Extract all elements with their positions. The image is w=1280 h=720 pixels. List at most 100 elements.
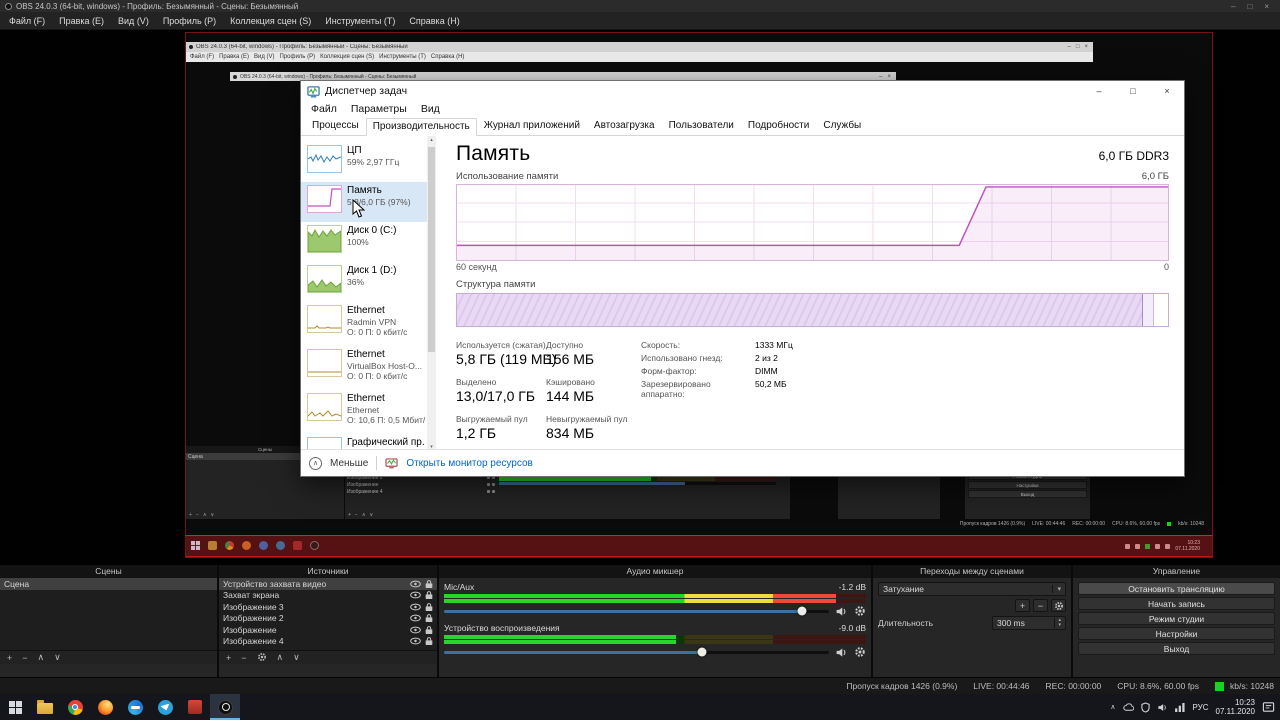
tray-expand-icon[interactable]: ∧ <box>1110 703 1115 711</box>
taskbar-edge[interactable] <box>120 694 150 720</box>
add-transition-button[interactable]: + <box>1015 599 1030 612</box>
volume-slider[interactable] <box>444 606 829 616</box>
lock-icon[interactable] <box>425 590 433 600</box>
mixer-header[interactable]: Аудио микшер <box>439 565 871 578</box>
lock-icon[interactable] <box>425 625 433 635</box>
maximize-icon[interactable]: □ <box>1247 2 1252 11</box>
taskbar-red-app[interactable] <box>180 694 210 720</box>
slider-knob[interactable] <box>797 606 807 616</box>
visibility-eye-icon[interactable] <box>410 626 421 634</box>
sidebar-item-disk0[interactable]: Диск 0 (C:) 100% <box>301 222 427 262</box>
spin-arrows[interactable]: ▴ ▾ <box>1054 618 1061 628</box>
taskbar-chrome[interactable] <box>60 694 90 720</box>
speaker-icon[interactable] <box>835 646 848 659</box>
tm-menu-file[interactable]: Файл <box>304 103 344 115</box>
tm-maximize-icon[interactable]: □ <box>1116 81 1150 101</box>
menu-profile[interactable]: Профиль (P) <box>156 16 223 26</box>
menu-tools[interactable]: Инструменты (T) <box>318 16 402 26</box>
source-up-button[interactable]: ∧ <box>277 652 284 663</box>
source-item[interactable]: Изображение 4 <box>219 636 437 648</box>
menu-view[interactable]: Вид (V) <box>111 16 156 26</box>
collapse-icon[interactable]: ∧ <box>309 456 322 470</box>
tab-app-history[interactable]: Журнал приложений <box>477 117 587 135</box>
visibility-eye-icon[interactable] <box>410 591 421 599</box>
add-source-button[interactable]: + <box>226 653 231 663</box>
tm-menu-view[interactable]: Вид <box>414 103 447 115</box>
taskbar-clock[interactable]: 10:23 07.11.2020 <box>1216 698 1255 716</box>
slider-knob[interactable] <box>697 647 707 657</box>
settings-button[interactable]: Настройки <box>1078 627 1275 640</box>
sidebar-scrollbar[interactable]: ▴ ▾ <box>427 136 436 452</box>
minimize-icon[interactable]: – <box>1231 2 1235 11</box>
lock-icon[interactable] <box>425 613 433 623</box>
sidebar-item-disk1[interactable]: Диск 1 (D:) 36% <box>301 262 427 302</box>
source-item[interactable]: Изображение <box>219 624 437 636</box>
remove-transition-button[interactable]: − <box>1033 599 1048 612</box>
visibility-eye-icon[interactable] <box>410 603 421 611</box>
channel-settings-gear-icon[interactable] <box>854 605 866 617</box>
scrollbar-thumb[interactable] <box>428 147 435 352</box>
sources-header[interactable]: Источники <box>219 565 437 578</box>
scenes-header[interactable]: Сцены <box>0 565 217 578</box>
sidebar-item-ethernet-1[interactable]: Ethernet Radmin VPN О: 0 П: 0 кбит/с <box>301 302 427 346</box>
spin-down-icon[interactable]: ▾ <box>1058 623 1061 628</box>
transition-combobox[interactable]: Затухание ▾ <box>878 582 1066 596</box>
sidebar-item-ethernet-3[interactable]: Ethernet Ethernet О: 10,6 П: 0,5 Мбит/с <box>301 390 427 434</box>
menu-edit[interactable]: Правка (E) <box>52 16 111 26</box>
scene-down-button[interactable]: ∨ <box>54 652 61 663</box>
lock-icon[interactable] <box>425 636 433 646</box>
menu-scene-collection[interactable]: Коллекция сцен (S) <box>223 16 318 26</box>
menu-help[interactable]: Справка (H) <box>402 16 466 26</box>
start-recording-button[interactable]: Начать запись <box>1078 597 1275 610</box>
source-properties-gear-icon[interactable] <box>257 652 267 664</box>
stop-streaming-button[interactable]: Остановить трансляцию <box>1078 582 1275 595</box>
duration-spinbox[interactable]: 300 ms ▴ ▾ <box>992 616 1066 630</box>
lock-icon[interactable] <box>425 602 433 612</box>
taskbar-obs[interactable] <box>210 694 240 720</box>
tab-performance[interactable]: Производительность <box>365 118 477 136</box>
tm-minimize-icon[interactable]: – <box>1082 81 1116 101</box>
menu-file[interactable]: Файл (F) <box>2 16 52 26</box>
source-item[interactable]: Захват экрана <box>219 590 437 602</box>
sidebar-item-ethernet-2[interactable]: Ethernet VirtualBox Host-O... О: 0 П: 0 … <box>301 346 427 390</box>
taskbar-firefox[interactable] <box>90 694 120 720</box>
language-indicator[interactable]: РУС <box>1193 703 1209 712</box>
visibility-eye-icon[interactable] <box>410 637 421 645</box>
close-icon[interactable]: × <box>1264 2 1269 11</box>
transition-properties-gear-icon[interactable] <box>1051 599 1066 612</box>
speaker-icon[interactable] <box>835 605 848 618</box>
tab-users[interactable]: Пользователи <box>662 117 741 135</box>
remove-scene-button[interactable]: − <box>22 653 27 663</box>
controls-header[interactable]: Управление <box>1073 565 1280 578</box>
scene-item[interactable]: Сцена <box>0 578 217 590</box>
exit-button[interactable]: Выход <box>1078 642 1275 655</box>
scene-up-button[interactable]: ∧ <box>38 652 45 663</box>
studio-mode-button[interactable]: Режим студии <box>1078 612 1275 625</box>
scroll-up-icon[interactable]: ▴ <box>427 136 436 145</box>
tm-close-icon[interactable]: × <box>1150 81 1184 101</box>
source-item[interactable]: Изображение 2 <box>219 613 437 625</box>
taskbar-telegram[interactable] <box>150 694 180 720</box>
tray-shield-icon[interactable] <box>1140 701 1150 713</box>
visibility-eye-icon[interactable] <box>410 614 421 622</box>
tm-menu-options[interactable]: Параметры <box>344 103 414 115</box>
less-details-button[interactable]: Меньше <box>330 458 368 469</box>
source-item[interactable]: Изображение 3 <box>219 601 437 613</box>
channel-settings-gear-icon[interactable] <box>854 646 866 658</box>
lock-icon[interactable] <box>425 579 433 589</box>
remove-source-button[interactable]: − <box>241 653 246 663</box>
tray-network-icon[interactable] <box>1174 702 1186 712</box>
sidebar-item-cpu[interactable]: ЦП 59% 2,97 ГГц <box>301 142 427 182</box>
tab-services[interactable]: Службы <box>816 117 868 135</box>
tab-processes[interactable]: Процессы <box>305 117 366 135</box>
tray-speaker-icon[interactable] <box>1157 702 1168 713</box>
taskbar-explorer[interactable] <box>30 694 60 720</box>
source-item[interactable]: Устройство захвата видео <box>219 578 437 590</box>
visibility-eye-icon[interactable] <box>410 580 421 588</box>
open-resource-monitor-link[interactable]: Открыть монитор ресурсов <box>406 458 533 469</box>
source-down-button[interactable]: ∨ <box>293 652 300 663</box>
volume-slider[interactable] <box>444 647 829 657</box>
add-scene-button[interactable]: + <box>7 653 12 663</box>
transitions-header[interactable]: Переходы между сценами <box>873 565 1071 578</box>
notification-center-icon[interactable] <box>1262 701 1275 714</box>
